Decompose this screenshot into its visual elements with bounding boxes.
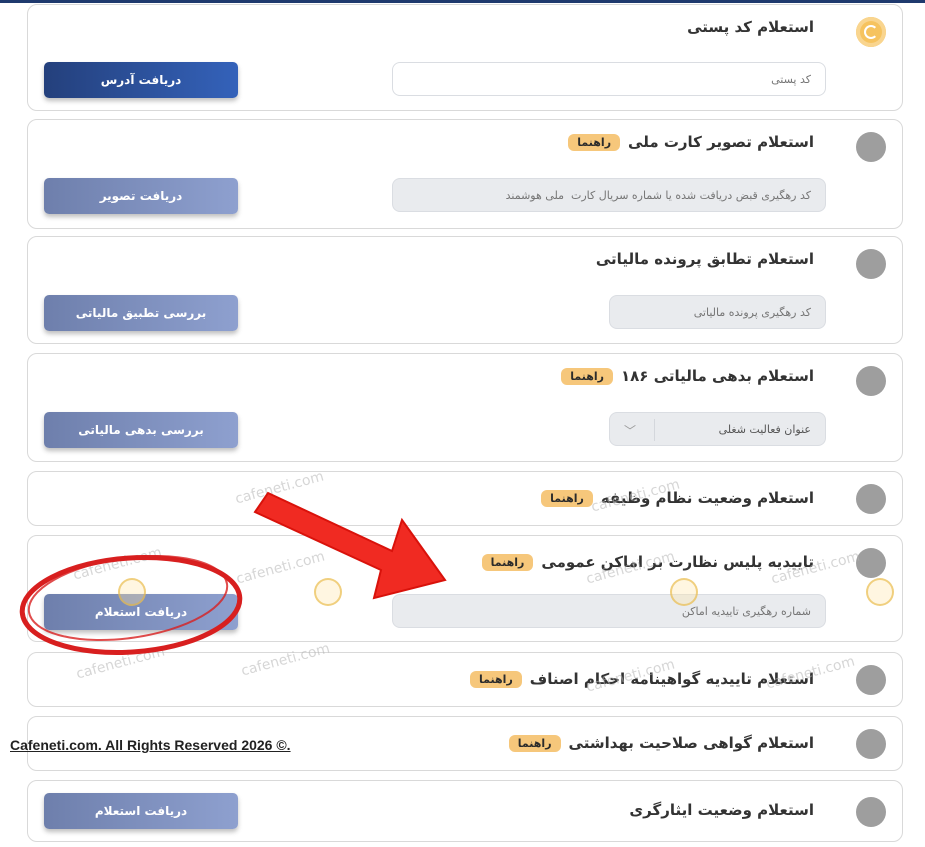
card-title: استعلام گواهی صلاحیت بهداشتی راهنما <box>508 734 814 752</box>
card-military-service: استعلام وضعیت نظام وظیفه راهنما <box>27 471 903 526</box>
get-inquiry-button[interactable]: دریافت استعلام <box>44 793 238 829</box>
radio-icon[interactable] <box>856 132 886 162</box>
national-id-tracking-input[interactable] <box>392 178 826 212</box>
check-tax-match-button[interactable]: بررسی تطبیق مالیاتی <box>44 295 238 331</box>
guide-badge[interactable]: راهنما <box>541 489 593 507</box>
card-title: استعلام کد پستی <box>687 18 814 36</box>
get-image-button[interactable]: دریافت تصویر <box>44 178 238 214</box>
radio-icon[interactable] <box>856 797 886 827</box>
watermark-logo-icon <box>118 578 146 606</box>
guide-badge[interactable]: راهنما <box>481 553 534 571</box>
card-tax-debt: استعلام بدهی مالیاتی ۱۸۶ راهنما عنوان فعا… <box>27 353 903 462</box>
card-title: استعلام بدهی مالیاتی ۱۸۶ راهنما <box>561 367 814 385</box>
guide-badge[interactable]: راهنما <box>470 670 522 688</box>
chevron-down-icon: ﹀ <box>624 424 637 438</box>
guide-badge[interactable]: راهنما <box>508 734 561 752</box>
card-veteran-status: استعلام وضعیت ایثارگری دریافت استعلام <box>27 780 903 842</box>
check-tax-debt-button[interactable]: بررسی بدهی مالیاتی <box>44 412 238 448</box>
card-title: استعلام تطابق پرونده مالیاتی <box>595 250 814 268</box>
radio-selected-icon[interactable] <box>856 17 886 47</box>
card-national-id: استعلام تصویر کارت ملیراهنما دریافت تصوی… <box>27 119 903 229</box>
card-title: استعلام وضعیت ایثارگری <box>629 801 814 819</box>
copyright-text: Cafeneti.com. All Rights Reserved 2026 ©… <box>10 737 291 753</box>
select-separator <box>654 419 655 441</box>
postal-code-input[interactable] <box>392 62 826 96</box>
places-tracking-input[interactable] <box>392 594 826 628</box>
top-border <box>0 0 925 3</box>
guide-badge[interactable]: راهنما <box>561 367 613 385</box>
radio-icon[interactable] <box>856 729 886 759</box>
radio-icon[interactable] <box>856 366 886 396</box>
job-title-select[interactable]: عنوان فعالیت شغلی ﹀ <box>609 412 826 446</box>
card-tax-match: استعلام تطابق پرونده مالیاتی بررسی تطبیق… <box>27 236 903 344</box>
card-title: استعلام تصویر کارت ملی راهنما <box>568 133 814 151</box>
card-postal-code: استعلام کد پستی دریافت آدرس <box>27 4 903 111</box>
radio-icon[interactable] <box>856 665 886 695</box>
job-title-select-value: عنوان فعالیت شغلی <box>718 422 811 436</box>
tax-file-tracking-input[interactable] <box>609 295 826 329</box>
watermark-logo-icon <box>866 578 894 606</box>
guide-badge[interactable]: راهنما <box>568 133 621 151</box>
radio-icon[interactable] <box>856 249 886 279</box>
watermark-logo-icon <box>314 578 342 606</box>
get-address-button[interactable]: دریافت آدرس <box>44 62 238 98</box>
radio-icon[interactable] <box>856 484 886 514</box>
watermark-logo-icon <box>670 578 698 606</box>
